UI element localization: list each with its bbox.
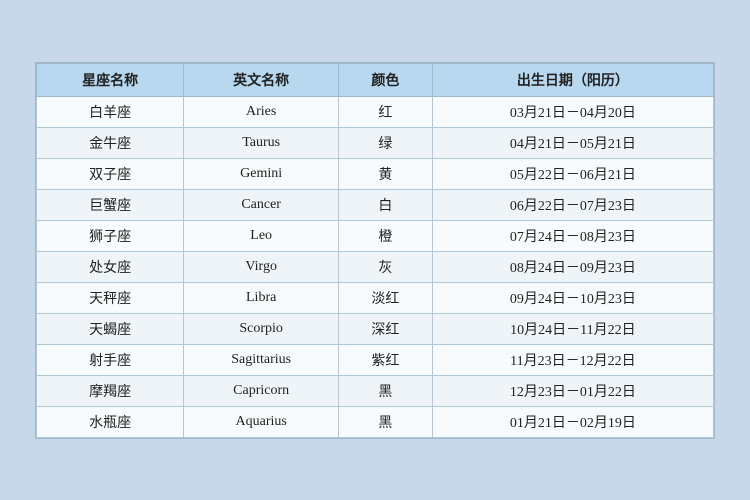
table-row: 双子座Gemini黄05月22日－06月21日 [37,158,714,189]
column-header: 颜色 [339,63,433,96]
table-cell: 白 [339,189,433,220]
table-row: 巨蟹座Cancer白06月22日－07月23日 [37,189,714,220]
table-cell: 灰 [339,251,433,282]
table-cell: 绿 [339,127,433,158]
table-cell: Sagittarius [184,344,339,375]
table-row: 水瓶座Aquarius黑01月21日－02月19日 [37,406,714,437]
table-cell: 03月21日－04月20日 [432,96,713,127]
table-cell: 红 [339,96,433,127]
table-cell: 01月21日－02月19日 [432,406,713,437]
table-cell: 08月24日－09月23日 [432,251,713,282]
table-cell: 橙 [339,220,433,251]
column-header: 英文名称 [184,63,339,96]
table-cell: 09月24日－10月23日 [432,282,713,313]
table-cell: Virgo [184,251,339,282]
table-row: 金牛座Taurus绿04月21日－05月21日 [37,127,714,158]
table-cell: 04月21日－05月21日 [432,127,713,158]
table-cell: 金牛座 [37,127,184,158]
table-cell: 紫红 [339,344,433,375]
table-cell: 狮子座 [37,220,184,251]
table-cell: 06月22日－07月23日 [432,189,713,220]
table-row: 白羊座Aries红03月21日－04月20日 [37,96,714,127]
table-cell: 深红 [339,313,433,344]
table-cell: 水瓶座 [37,406,184,437]
table-header-row: 星座名称英文名称颜色出生日期（阳历） [37,63,714,96]
table-cell: 07月24日－08月23日 [432,220,713,251]
table-cell: 天秤座 [37,282,184,313]
table-row: 处女座Virgo灰08月24日－09月23日 [37,251,714,282]
table-cell: Cancer [184,189,339,220]
table-cell: Aries [184,96,339,127]
table-cell: 白羊座 [37,96,184,127]
table-cell: Scorpio [184,313,339,344]
table-cell: 12月23日－01月22日 [432,375,713,406]
table-row: 天蝎座Scorpio深红10月24日－11月22日 [37,313,714,344]
column-header: 星座名称 [37,63,184,96]
table-row: 摩羯座Capricorn黑12月23日－01月22日 [37,375,714,406]
table-cell: 摩羯座 [37,375,184,406]
table-cell: 05月22日－06月21日 [432,158,713,189]
column-header: 出生日期（阳历） [432,63,713,96]
table-row: 射手座Sagittarius紫红11月23日－12月22日 [37,344,714,375]
table-cell: Taurus [184,127,339,158]
table-cell: Gemini [184,158,339,189]
zodiac-table-container: 星座名称英文名称颜色出生日期（阳历） 白羊座Aries红03月21日－04月20… [35,62,715,439]
table-cell: Leo [184,220,339,251]
zodiac-table: 星座名称英文名称颜色出生日期（阳历） 白羊座Aries红03月21日－04月20… [36,63,714,438]
table-row: 狮子座Leo橙07月24日－08月23日 [37,220,714,251]
table-cell: 10月24日－11月22日 [432,313,713,344]
table-cell: 处女座 [37,251,184,282]
table-cell: 黑 [339,406,433,437]
table-cell: Capricorn [184,375,339,406]
table-cell: Aquarius [184,406,339,437]
table-cell: 黑 [339,375,433,406]
table-cell: 射手座 [37,344,184,375]
table-cell: 巨蟹座 [37,189,184,220]
table-row: 天秤座Libra淡红09月24日－10月23日 [37,282,714,313]
table-cell: 双子座 [37,158,184,189]
table-cell: Libra [184,282,339,313]
table-cell: 天蝎座 [37,313,184,344]
table-cell: 黄 [339,158,433,189]
table-cell: 淡红 [339,282,433,313]
table-cell: 11月23日－12月22日 [432,344,713,375]
